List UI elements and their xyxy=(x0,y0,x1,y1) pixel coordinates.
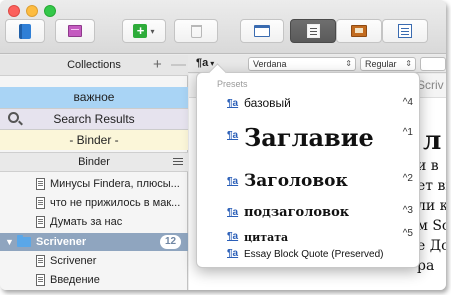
document-icon xyxy=(36,178,45,190)
document-icon xyxy=(36,216,45,228)
binder-title: Binder xyxy=(78,156,110,168)
binder-item-label: Минусы Findera, плюсы... xyxy=(50,178,180,190)
preset-item-title[interactable]: ¶a Заглавие ^1 xyxy=(197,121,421,157)
item-count-badge: 12 xyxy=(160,235,182,249)
binder-item[interactable]: Думать за нас xyxy=(0,213,188,231)
outliner-icon xyxy=(398,24,412,38)
remove-collection-button[interactable]: — xyxy=(171,56,186,73)
preset-label: Заглавие xyxy=(244,123,374,152)
presets-popover: Presets ¶a базовый ^4 ¶a Заглавие ^1 ¶a … xyxy=(196,72,420,268)
window-icon xyxy=(254,25,270,37)
index-card-icon xyxy=(68,25,82,37)
search-icon xyxy=(8,112,19,123)
binder-item-label: Введение xyxy=(50,274,100,286)
notebook-icon xyxy=(19,23,31,39)
paragraph-style-icon: ¶a xyxy=(227,130,239,141)
collection-tab-important[interactable]: важное xyxy=(0,87,188,108)
updown-chevron-icon: ⇕ xyxy=(405,59,412,68)
preset-item-base[interactable]: ¶a базовый ^4 xyxy=(197,95,421,113)
trash-button[interactable] xyxy=(174,19,218,43)
sidebar: Collections + — важное Search Results - … xyxy=(0,55,188,290)
binder-item[interactable]: Введение xyxy=(0,271,188,289)
binder-item[interactable]: что не прижилось в мак... xyxy=(0,194,188,212)
minimize-window-button[interactable] xyxy=(26,5,38,17)
editor-text: ет вы xyxy=(417,178,446,194)
trash-icon xyxy=(190,24,202,38)
editor-text: м Scr xyxy=(417,218,446,234)
paragraph-style-icon: ¶a xyxy=(227,231,239,242)
binder-item[interactable]: Scrivener xyxy=(0,252,188,270)
font-family-value: Verdana xyxy=(253,59,287,69)
editor-text: е Док xyxy=(417,238,446,254)
preset-label: цитата xyxy=(244,231,289,244)
paragraph-style-icon: ¶a xyxy=(227,98,239,109)
preset-shortcut: ^2 xyxy=(402,173,413,184)
chevron-down-icon: ▾ xyxy=(150,26,155,36)
composition-mode-button[interactable] xyxy=(240,19,284,43)
preset-label: Essay Block Quote (Preserved) xyxy=(244,249,384,260)
outliner-view-button[interactable] xyxy=(382,19,428,43)
collections-header: Collections + — xyxy=(0,55,188,76)
disclosure-triangle-icon[interactable]: ▼ xyxy=(5,233,14,251)
font-style-select[interactable]: Regular ⇕ xyxy=(360,57,416,71)
binder-item-label: что не прижилось в мак... xyxy=(50,197,181,209)
binder-item[interactable]: Минусы Findera, плюсы... xyxy=(0,175,188,193)
preset-shortcut: ^1 xyxy=(402,127,413,138)
binder-item-label: Scrivener xyxy=(50,255,97,267)
editor-text: л xyxy=(423,126,442,156)
toolbar: + ▾ xyxy=(0,0,446,54)
preset-item-quote[interactable]: ¶a цитата ^5 xyxy=(197,228,421,246)
plus-icon: + xyxy=(133,24,148,38)
document-icon xyxy=(306,24,320,38)
add-document-button[interactable]: + ▾ xyxy=(122,19,166,43)
corkboard-view-button[interactable] xyxy=(336,19,382,43)
format-bar: ¶a ▾ Verdana ⇕ Regular ⇕ xyxy=(188,55,446,73)
preset-item-essay-block-quote[interactable]: ¶a Essay Block Quote (Preserved) xyxy=(197,246,421,262)
paragraph-style-label: ¶a xyxy=(196,57,209,69)
editor-view-button[interactable] xyxy=(290,19,336,43)
folder-icon xyxy=(17,235,31,247)
binder-item-label: Думать за нас xyxy=(50,216,123,228)
collection-tab-label: Search Results xyxy=(53,112,135,126)
add-collection-button[interactable]: + xyxy=(153,56,162,73)
preset-label: Заголовок xyxy=(244,171,348,191)
notebook-button[interactable] xyxy=(5,19,45,43)
document-icon xyxy=(36,197,45,209)
binder-folder-scrivener[interactable]: ▼ Scrivener 12 xyxy=(0,233,188,251)
editor-document-title: Scriv xyxy=(417,78,444,92)
menu-icon[interactable] xyxy=(173,158,183,159)
scrivener-window: + ▾ ¶a ▾ Verdana ⇕ Regular ⇕ Collections… xyxy=(0,0,446,290)
preset-item-subheading[interactable]: ¶a подзаголовок ^3 xyxy=(197,203,421,223)
preset-label: базовый xyxy=(244,96,291,110)
font-family-select[interactable]: Verdana ⇕ xyxy=(248,57,356,71)
document-icon xyxy=(36,274,45,286)
corkboard-icon xyxy=(351,25,367,37)
zoom-window-button[interactable] xyxy=(44,5,56,17)
editor-text: ли к xyxy=(417,198,446,214)
font-style-value: Regular xyxy=(365,59,397,69)
collection-tab-search-results[interactable]: Search Results xyxy=(0,108,188,129)
preset-item-heading[interactable]: ¶a Заголовок ^2 xyxy=(197,170,421,196)
preset-shortcut: ^3 xyxy=(402,205,413,216)
preset-shortcut: ^5 xyxy=(402,228,413,239)
binder-header: Binder xyxy=(0,152,188,172)
preset-label: подзаголовок xyxy=(244,205,350,220)
document-icon xyxy=(36,255,45,267)
collection-tab-binder[interactable]: - Binder - xyxy=(0,129,188,150)
close-window-button[interactable] xyxy=(8,5,20,17)
paragraph-style-icon: ¶a xyxy=(227,207,239,218)
updown-chevron-icon: ⇕ xyxy=(345,59,352,68)
index-cards-button[interactable] xyxy=(55,19,95,43)
presets-title: Presets xyxy=(217,79,248,89)
font-size-select[interactable] xyxy=(420,57,446,71)
folder-label: Scrivener xyxy=(36,236,87,248)
paragraph-style-icon: ¶a xyxy=(227,176,239,187)
preset-shortcut: ^4 xyxy=(402,97,413,108)
paragraph-style-icon: ¶a xyxy=(227,248,239,259)
